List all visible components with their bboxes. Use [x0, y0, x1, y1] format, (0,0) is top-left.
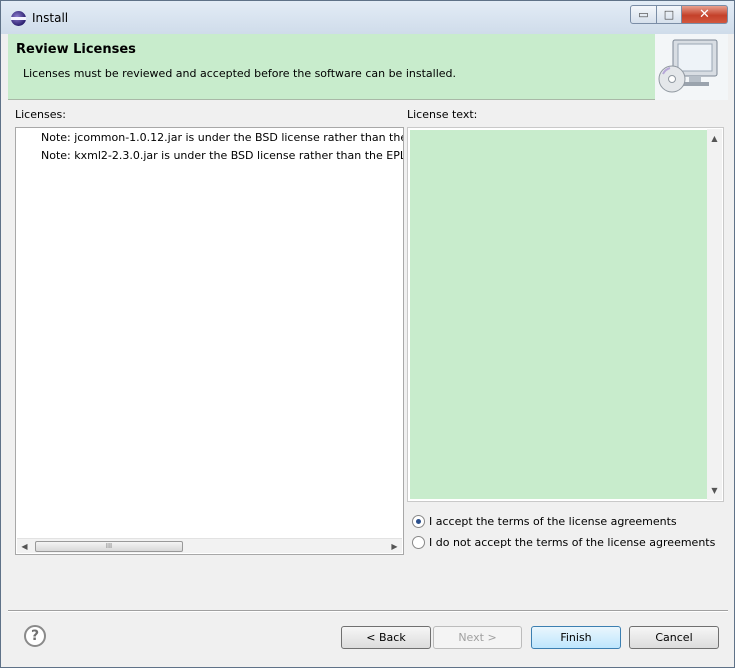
scroll-left-icon[interactable]: ◀ [17, 539, 32, 554]
page-title: Review Licenses [16, 42, 136, 57]
window-controls: ▭ □ ✕ [630, 5, 728, 24]
cancel-button[interactable]: Cancel [629, 626, 719, 649]
list-item[interactable]: Note: kxml2-2.3.0.jar is under the BSD l… [41, 149, 403, 162]
back-button[interactable]: < Back [341, 626, 431, 649]
page-description: Licenses must be reviewed and accepted b… [23, 67, 456, 80]
window-title: Install [32, 11, 69, 25]
monitor-cd-icon [655, 34, 728, 100]
decline-radio[interactable]: I do not accept the terms of the license… [412, 536, 715, 549]
license-text-area[interactable] [410, 130, 708, 499]
license-text-panel[interactable]: ▲ ▼ [407, 127, 724, 502]
vertical-scrollbar[interactable]: ▲ ▼ [707, 129, 722, 500]
list-item[interactable]: Note: jcommon-1.0.12.jar is under the BS… [41, 131, 403, 144]
horizontal-scrollbar[interactable]: ◀ III ▶ [17, 538, 402, 553]
finish-button[interactable]: Finish [531, 626, 621, 649]
close-button[interactable]: ✕ [682, 5, 728, 24]
scroll-up-icon[interactable]: ▲ [707, 131, 722, 146]
accept-label: I accept the terms of the license agreem… [429, 515, 677, 528]
next-button[interactable]: Next > [433, 626, 522, 649]
scroll-thumb[interactable]: III [35, 541, 183, 552]
title-bar[interactable]: Install ▭ □ ✕ [1, 1, 734, 34]
eclipse-icon [11, 11, 26, 26]
accept-radio[interactable]: I accept the terms of the license agreem… [412, 515, 677, 528]
decline-label: I do not accept the terms of the license… [429, 536, 716, 549]
scroll-right-icon[interactable]: ▶ [387, 539, 402, 554]
licenses-label: Licenses: [15, 108, 66, 121]
scroll-down-icon[interactable]: ▼ [707, 483, 722, 498]
install-dialog: Install ▭ □ ✕ Review Licenses Licenses m… [0, 0, 735, 668]
radio-selected-icon[interactable] [412, 515, 425, 528]
license-text-label: License text: [407, 108, 478, 121]
wizard-banner: Review Licenses Licenses must be reviewe… [8, 34, 728, 100]
licenses-list[interactable]: Note: jcommon-1.0.12.jar is under the BS… [15, 127, 404, 555]
radio-unselected-icon[interactable] [412, 536, 425, 549]
minimize-button[interactable]: ▭ [630, 5, 657, 24]
divider [8, 610, 728, 612]
help-icon[interactable]: ? [24, 625, 46, 647]
maximize-button[interactable]: □ [657, 5, 682, 24]
